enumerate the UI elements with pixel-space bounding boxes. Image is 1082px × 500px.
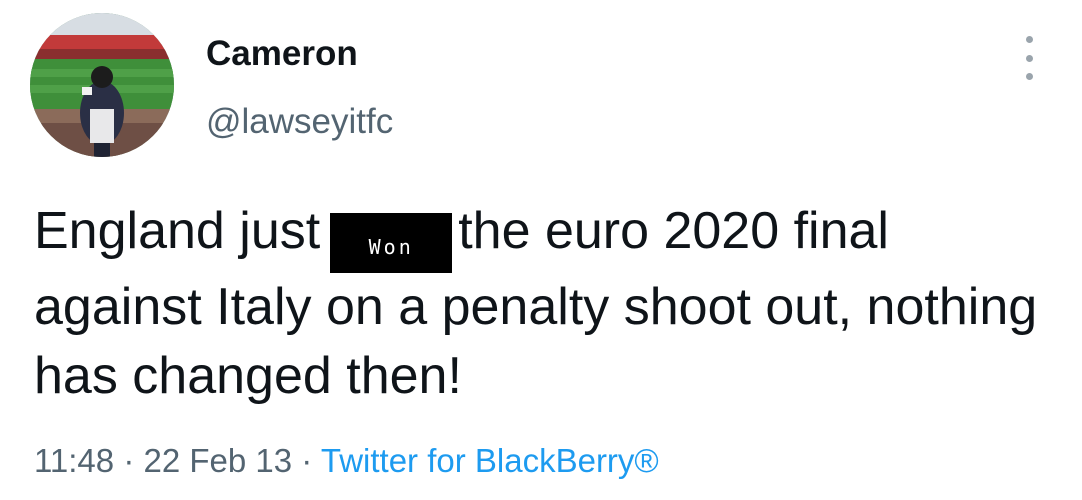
menu-dot xyxy=(1025,36,1033,43)
display-name[interactable]: Cameron xyxy=(206,34,358,74)
meta-separator: · xyxy=(301,442,313,479)
tweet-time[interactable]: 11:48 xyxy=(34,442,114,479)
tweet-meta: 11:48 · 22 Feb 13 · Twitter for BlackBer… xyxy=(34,442,659,480)
tweet-text-start: England just xyxy=(34,202,321,260)
redacted-word: Won xyxy=(330,213,453,273)
avatar-stadium-photo xyxy=(30,13,174,157)
avatar[interactable] xyxy=(30,13,174,157)
menu-dot xyxy=(1025,73,1033,80)
tweet-date[interactable]: 22 Feb 13 xyxy=(143,442,292,479)
tweet-card: Cameron @lawseyitfc England just Won the e… xyxy=(0,0,1082,500)
more-vertical-icon[interactable] xyxy=(1014,36,1044,80)
tweet-source-link[interactable]: Twitter for BlackBerry® xyxy=(321,442,659,479)
tweet-text: England just Won the euro 2020 final again… xyxy=(34,197,1064,411)
user-handle[interactable]: @lawseyitfc xyxy=(206,102,393,142)
meta-separator: · xyxy=(123,442,135,479)
menu-dot xyxy=(1025,54,1033,62)
